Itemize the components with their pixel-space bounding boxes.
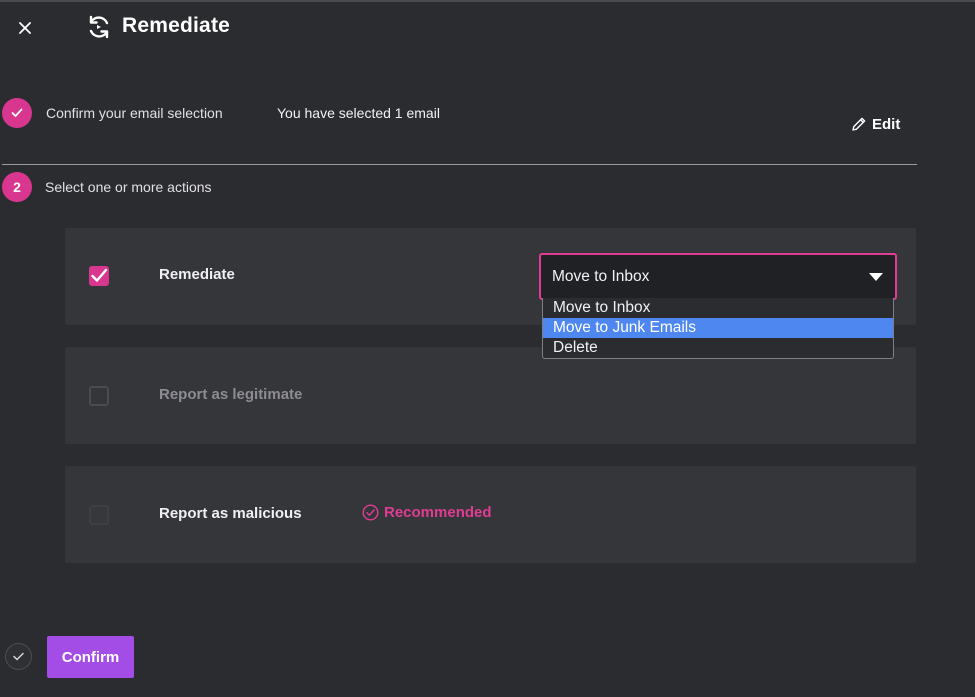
step-1-label: Confirm your email selection [46,105,223,121]
pencil-icon [852,117,866,131]
remediate-options-list: Move to Inbox Move to Junk Emails Delete [542,298,894,359]
checkmark-icon [11,108,23,117]
edit-selection-button[interactable]: Edit [851,114,900,134]
action-label-report-malicious: Report as malicious [159,505,302,522]
checkmark-icon [91,268,108,282]
select-value: Move to Inbox [552,267,650,285]
remediate-action-select[interactable]: Move to Inbox [539,253,897,300]
checkmark-icon [13,652,24,661]
action-label-remediate: Remediate [159,266,235,283]
step-2-indicator: 2 [2,172,32,202]
confirm-button[interactable]: Confirm [47,636,134,678]
remediate-refresh-icon [89,15,109,39]
action-card-report-legitimate: Report as legitimate [65,347,916,444]
recommended-label: Recommended [384,504,492,521]
step-1-complete-indicator [2,98,32,128]
edit-label: Edit [872,115,901,133]
option-move-to-inbox[interactable]: Move to Inbox [543,298,893,318]
close-icon [19,22,31,34]
recommended-badge: Recommended [362,504,492,521]
close-button[interactable] [13,16,37,40]
step-2-label: Select one or more actions [45,179,212,195]
report-legitimate-checkbox[interactable] [89,386,109,406]
option-move-to-junk-emails[interactable]: Move to Junk Emails [543,318,893,338]
remediate-checkbox[interactable] [89,266,109,286]
report-malicious-checkbox[interactable] [89,505,109,525]
check-circle-icon [362,504,379,521]
selection-summary: You have selected 1 email [277,105,440,121]
top-border [0,0,975,2]
caret-down-icon [869,273,883,281]
confirm-step-indicator [5,643,32,670]
page-title: Remediate [122,14,231,37]
step-divider [2,164,917,165]
action-label-report-legitimate: Report as legitimate [159,386,303,403]
action-card-report-malicious: Report as malicious Recommended [65,466,916,563]
option-delete[interactable]: Delete [543,338,893,358]
